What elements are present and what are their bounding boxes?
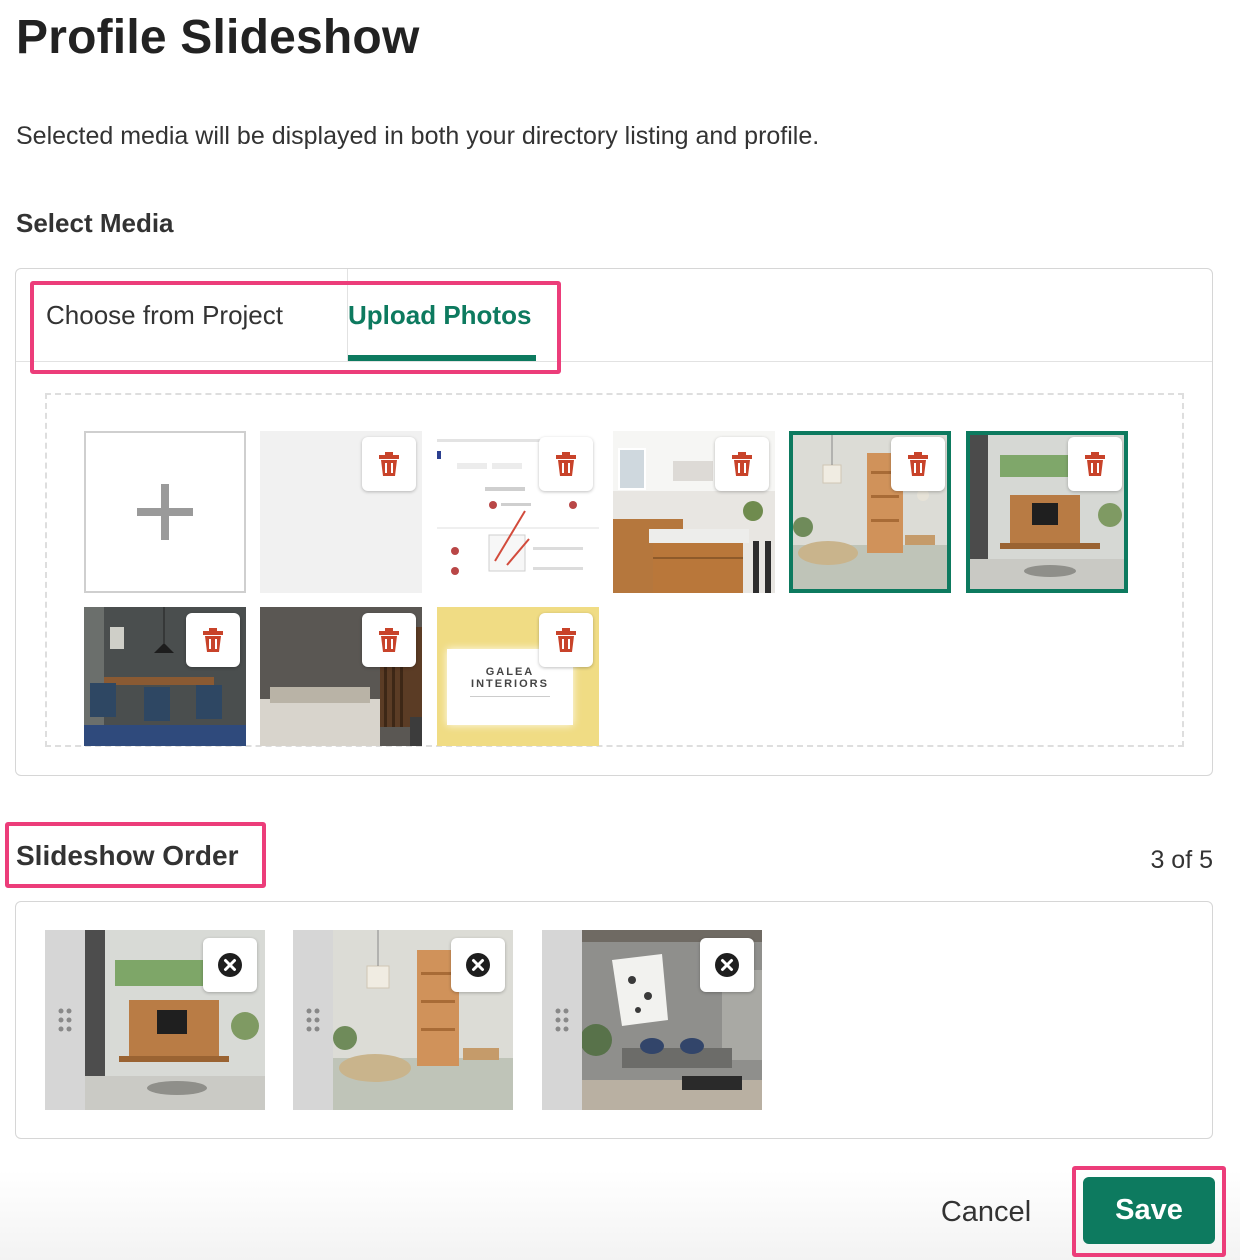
delete-photo-button[interactable]	[362, 613, 416, 667]
drag-handle[interactable]	[542, 930, 582, 1110]
logo-text-line: INTERIORS	[471, 678, 549, 690]
trash-icon	[1085, 452, 1105, 476]
page-description: Selected media will be displayed in both…	[16, 122, 820, 150]
cancel-button[interactable]: Cancel	[930, 1188, 1042, 1236]
page-title: Profile Slideshow	[16, 11, 420, 64]
select-media-label: Select Media	[16, 208, 174, 238]
photo-tile[interactable]	[260, 431, 422, 593]
save-highlight-box	[1072, 1166, 1226, 1257]
close-circle-icon	[466, 953, 490, 977]
delete-photo-button[interactable]	[539, 437, 593, 491]
photo-tile-selected[interactable]	[789, 431, 951, 593]
trash-icon	[732, 452, 752, 476]
drag-handle[interactable]	[45, 930, 85, 1110]
add-photo-button[interactable]	[84, 431, 246, 593]
drag-handle-icon	[306, 1008, 320, 1032]
photo-tile-selected[interactable]	[966, 431, 1128, 593]
trash-icon	[556, 452, 576, 476]
remove-slide-button[interactable]	[203, 938, 257, 992]
delete-photo-button[interactable]	[715, 437, 769, 491]
delete-photo-button[interactable]	[186, 613, 240, 667]
delete-photo-button[interactable]	[891, 437, 945, 491]
delete-photo-button[interactable]	[539, 613, 593, 667]
plus-icon	[137, 484, 193, 540]
tabs-highlight-box	[30, 281, 561, 374]
slideshow-item[interactable]	[293, 930, 513, 1110]
photo-tile[interactable]	[260, 607, 422, 746]
photo-tile[interactable]	[84, 607, 246, 746]
photo-tile[interactable]	[613, 431, 775, 593]
trash-icon	[908, 452, 928, 476]
logo-text-line: GALEA	[485, 666, 535, 678]
footer-bar	[0, 1170, 1240, 1260]
trash-icon	[379, 452, 399, 476]
drag-handle-icon	[58, 1008, 72, 1032]
remove-slide-button[interactable]	[700, 938, 754, 992]
trash-icon	[556, 628, 576, 652]
photo-tile[interactable]: GALEA INTERIORS	[437, 607, 599, 746]
delete-photo-button[interactable]	[362, 437, 416, 491]
slideshow-count: 3 of 5	[1150, 846, 1213, 874]
remove-slide-button[interactable]	[451, 938, 505, 992]
logo-divider	[470, 696, 550, 697]
close-circle-icon	[218, 953, 242, 977]
delete-photo-button[interactable]	[1068, 437, 1122, 491]
trash-icon	[203, 628, 223, 652]
drag-handle-icon	[555, 1008, 569, 1032]
drag-handle[interactable]	[293, 930, 333, 1110]
slideshow-order-highlight-box	[5, 822, 266, 888]
slideshow-item[interactable]	[45, 930, 265, 1110]
close-circle-icon	[715, 953, 739, 977]
slideshow-item[interactable]	[542, 930, 762, 1110]
trash-icon	[379, 628, 399, 652]
photo-tile[interactable]	[437, 431, 599, 593]
